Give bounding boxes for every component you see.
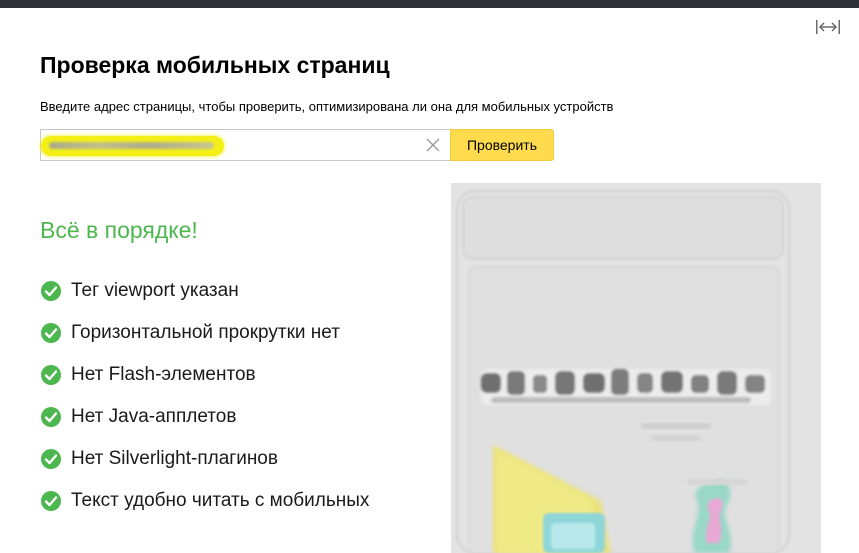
check-circle-icon bbox=[41, 491, 61, 511]
window-top-bar bbox=[0, 0, 859, 8]
check-item-label: Тег viewport указан bbox=[71, 280, 239, 301]
page-title: Проверка мобильных страниц bbox=[40, 52, 390, 78]
check-circle-icon bbox=[41, 449, 61, 469]
check-item-label: Нет Java-апплетов bbox=[71, 406, 237, 427]
result-status-title: Всё в порядке! bbox=[40, 217, 198, 243]
check-item-label: Нет Flash-элементов bbox=[71, 364, 256, 385]
check-item-java: Нет Java-апплетов bbox=[40, 403, 369, 445]
check-item-label: Текст удобно читать с мобильных bbox=[71, 490, 370, 511]
check-item-label: Нет Silverlight-плагинов bbox=[71, 448, 278, 469]
check-item-label: Горизонтальной прокрутки нет bbox=[71, 322, 340, 343]
check-item-flash: Нет Flash-элементов bbox=[40, 361, 369, 403]
check-results-list: Тег viewport указан Горизонтальной прокр… bbox=[40, 277, 369, 529]
check-circle-icon bbox=[41, 323, 61, 343]
check-item-viewport: Тег viewport указан bbox=[40, 277, 369, 319]
check-item-silverlight: Нет Silverlight-плагинов bbox=[40, 445, 369, 487]
check-item-text-readable: Текст удобно читать с мобильных bbox=[40, 487, 369, 529]
check-circle-icon bbox=[41, 281, 61, 301]
page-subtitle: Введите адрес страницы, чтобы проверить,… bbox=[40, 99, 614, 114]
url-input[interactable] bbox=[41, 130, 421, 160]
check-item-horizontal-scroll: Горизонтальной прокрутки нет bbox=[40, 319, 369, 361]
mobile-preview-image bbox=[451, 183, 821, 553]
check-circle-icon bbox=[41, 407, 61, 427]
check-circle-icon bbox=[41, 365, 61, 385]
url-field bbox=[40, 129, 450, 161]
check-button[interactable]: Проверить bbox=[450, 129, 554, 161]
expand-horizontal-icon[interactable] bbox=[815, 18, 841, 36]
close-icon[interactable] bbox=[425, 137, 441, 153]
